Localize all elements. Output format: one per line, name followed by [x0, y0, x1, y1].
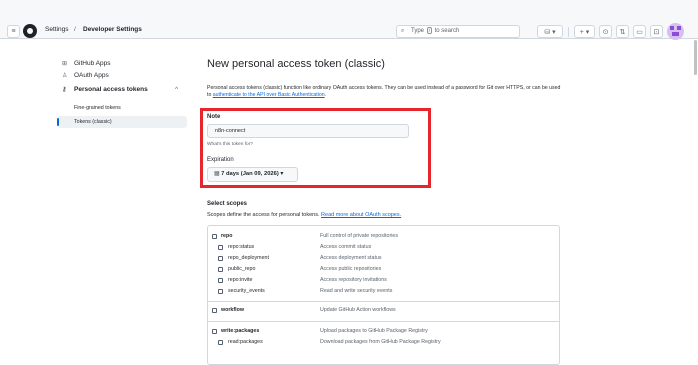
scope-description: Access commit status — [320, 244, 372, 250]
pull-requests-icon[interactable]: ⇅ — [616, 25, 629, 38]
scope-checkbox[interactable] — [212, 308, 217, 313]
breadcrumb-settings[interactable]: Settings — [45, 26, 69, 33]
page-title: New personal access token (classic) — [207, 58, 385, 70]
scope-checkbox[interactable] — [218, 340, 223, 345]
scope-description: Access deployment status — [320, 255, 382, 261]
scope-checkbox[interactable] — [212, 329, 217, 334]
scope-row-repo-deployment[interactable]: repo_deployment Access deployment status — [208, 253, 559, 263]
scope-checkbox[interactable] — [218, 267, 223, 272]
key-icon: ⚷ — [62, 87, 67, 93]
search-shortcut-key: / — [426, 27, 432, 34]
scope-description: Access public repositories — [320, 266, 382, 272]
inbox-icon[interactable]: ⊡ — [650, 25, 663, 38]
header-divider — [568, 27, 569, 37]
sidebar-item-label: OAuth Apps — [74, 72, 109, 79]
scope-name: security_events — [228, 288, 265, 294]
scope-description: Upload packages to GitHub Package Regist… — [320, 328, 428, 334]
scope-description: Download packages from GitHub Package Re… — [320, 339, 441, 345]
search-input[interactable]: ⌕ Type / to search — [396, 25, 520, 38]
scopes-description-text: Scopes define the access for personal to… — [207, 212, 320, 218]
annotation-highlight-box — [200, 108, 431, 188]
page-description: Personal access tokens (classic) functio… — [207, 85, 565, 99]
scope-name: public_repo — [228, 266, 256, 272]
scope-divider — [208, 321, 559, 322]
scope-row-read-packages[interactable]: read:packages Download packages from Git… — [208, 337, 559, 347]
scope-divider — [208, 301, 559, 302]
scope-checkbox[interactable] — [218, 289, 223, 294]
issues-icon[interactable]: ⊙ — [599, 25, 612, 38]
scope-description: Read and write security events — [320, 288, 393, 294]
menu-icon[interactable]: ≡ — [7, 25, 20, 38]
scope-row-security-events[interactable]: security_events Read and write security … — [208, 286, 559, 296]
copilot-icon[interactable]: ⛁ ▾ — [537, 25, 563, 38]
avatar[interactable] — [667, 23, 684, 40]
chevron-up-icon[interactable]: ^ — [175, 84, 178, 96]
scope-name: repo_deployment — [228, 255, 269, 261]
scope-checkbox[interactable] — [218, 245, 223, 250]
oauth-scopes-link[interactable]: Read more about OAuth scopes. — [321, 212, 401, 218]
sidebar-item-personal-access-tokens[interactable]: ⚷ Personal access tokens ^ — [57, 84, 187, 96]
breadcrumb-developer-settings[interactable]: Developer Settings — [83, 26, 142, 33]
search-icon: ⌕ — [401, 28, 405, 34]
page-scrollbar[interactable] — [694, 40, 697, 75]
scope-description: Full control of private repositories — [320, 233, 399, 239]
sidebar-item-tokens-classic[interactable]: Tokens (classic) — [57, 116, 187, 128]
scope-row-repo[interactable]: repo Full control of private repositorie… — [208, 231, 559, 241]
notifications-icon[interactable]: ▭ — [633, 25, 646, 38]
search-prefix: Type — [411, 28, 425, 34]
scope-name: repo:invite — [228, 277, 253, 283]
active-indicator — [57, 118, 59, 126]
create-new-icon[interactable]: + ▾ — [574, 25, 595, 38]
sidebar-item-oauth-apps[interactable]: ♙ OAuth Apps — [57, 70, 187, 82]
sidebar-item-label: Personal access tokens — [74, 86, 148, 93]
scope-row-write-packages[interactable]: write:packages Upload packages to GitHub… — [208, 326, 559, 336]
sidebar-item-github-apps[interactable]: ⊞ GitHub Apps — [57, 58, 187, 70]
github-logo-icon[interactable] — [23, 24, 37, 38]
scope-row-workflow[interactable]: workflow Update GitHub Action workflows — [208, 305, 559, 315]
scope-checkbox[interactable] — [218, 278, 223, 283]
scope-name: read:packages — [228, 339, 263, 345]
basic-auth-link[interactable]: authenticate to the API over Basic Authe… — [213, 92, 325, 98]
scopes-table: repo Full control of private repositorie… — [207, 225, 560, 365]
scope-name: write:packages — [221, 328, 260, 334]
sidebar-item-fine-grained-tokens[interactable]: Fine-grained tokens — [57, 102, 187, 114]
select-scopes-label: Select scopes — [207, 201, 248, 207]
scope-row-repo-invite[interactable]: repo:invite Access repository invitation… — [208, 275, 559, 285]
global-header: ≡ Settings / Developer Settings ⌕ Type /… — [0, 0, 698, 40]
sidebar-item-label: Tokens (classic) — [74, 119, 112, 125]
scope-checkbox[interactable] — [218, 256, 223, 261]
search-suffix: to search — [434, 28, 460, 34]
scope-description: Access repository invitations — [320, 277, 387, 283]
scope-name: repo — [221, 233, 233, 239]
scope-name: repo:status — [228, 244, 255, 250]
scope-row-repo-status[interactable]: repo:status Access commit status — [208, 242, 559, 252]
scope-checkbox[interactable] — [212, 234, 217, 239]
sidebar-item-label: GitHub Apps — [74, 60, 111, 67]
description-end: . — [324, 92, 327, 98]
person-icon: ♙ — [62, 73, 68, 79]
breadcrumb-separator: / — [74, 26, 76, 33]
scope-row-public-repo[interactable]: public_repo Access public repositories — [208, 264, 559, 274]
sidebar-item-label: Fine-grained tokens — [74, 105, 121, 111]
scope-name: workflow — [221, 307, 244, 313]
scopes-description: Scopes define the access for personal to… — [207, 212, 401, 218]
grid-icon: ⊞ — [62, 61, 68, 67]
scope-description: Update GitHub Action workflows — [320, 307, 396, 313]
